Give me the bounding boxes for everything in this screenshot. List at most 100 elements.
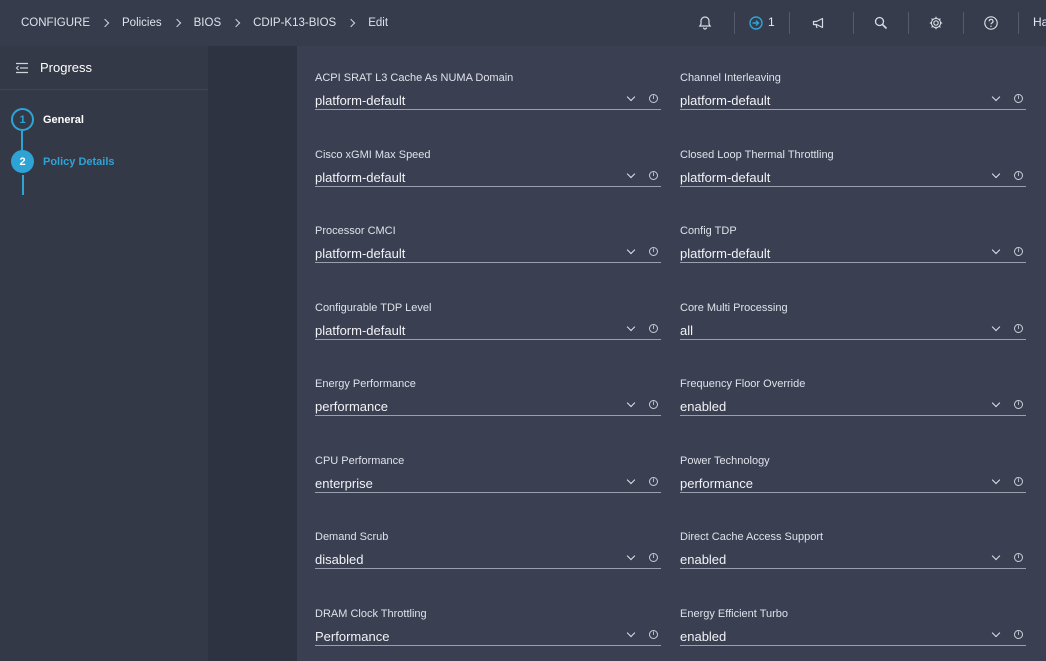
- info-icon[interactable]: i: [1014, 94, 1023, 103]
- field-configurable-tdp-level: Configurable TDP Level platform-default …: [315, 301, 661, 340]
- chevron-down-icon[interactable]: [991, 628, 1001, 638]
- policy-details-form: ACPI SRAT L3 Cache As NUMA Domain platfo…: [297, 46, 1046, 661]
- power-technology-select[interactable]: performance i: [680, 475, 1026, 493]
- chevron-right-icon: [100, 18, 110, 28]
- field-label: Config TDP: [680, 225, 737, 237]
- cpu-performance-select[interactable]: enterprise i: [315, 475, 661, 493]
- chevron-down-icon[interactable]: [991, 322, 1001, 332]
- field-cisco-xgmi-max-speed: Cisco xGMI Max Speed platform-default i: [315, 148, 661, 187]
- field-value: platform-default: [315, 169, 406, 185]
- cisco-xgmi-max-speed-select[interactable]: platform-default i: [315, 169, 661, 187]
- field-label: Configurable TDP Level: [315, 302, 432, 314]
- core-multi-processing-select[interactable]: all i: [680, 322, 1026, 340]
- chevron-down-icon[interactable]: [991, 398, 1001, 408]
- announcements-icon[interactable]: [809, 13, 829, 33]
- collapse-panel-icon[interactable]: [15, 62, 29, 74]
- search-icon[interactable]: [871, 13, 891, 33]
- chevron-down-icon[interactable]: [626, 92, 636, 102]
- field-value: platform-default: [680, 169, 771, 185]
- info-icon[interactable]: i: [1014, 324, 1023, 333]
- field-direct-cache-access-support: Direct Cache Access Support enabled i: [680, 530, 1026, 569]
- divider: [963, 12, 964, 34]
- closed-loop-thermal-throttling-select[interactable]: platform-default i: [680, 169, 1026, 187]
- breadcrumb: CONFIGURE Policies BIOS CDIP-K13-BIOS Ed…: [0, 17, 388, 29]
- config-tdp-select[interactable]: platform-default i: [680, 245, 1026, 263]
- field-value: enabled: [680, 628, 727, 644]
- energy-efficient-turbo-select[interactable]: enabled i: [680, 628, 1026, 646]
- field-value: enterprise: [315, 475, 373, 491]
- step-number: 2: [11, 150, 34, 173]
- info-icon[interactable]: i: [649, 324, 658, 333]
- field-label: Energy Performance: [315, 378, 416, 390]
- field-power-technology: Power Technology performance i: [680, 454, 1026, 493]
- gear-icon[interactable]: [926, 13, 946, 33]
- divider: [908, 12, 909, 34]
- field-value: performance: [680, 475, 753, 491]
- chevron-down-icon[interactable]: [991, 245, 1001, 255]
- channel-interleaving-select[interactable]: platform-default i: [680, 92, 1026, 110]
- field-label: Direct Cache Access Support: [680, 531, 824, 543]
- breadcrumb-configure[interactable]: CONFIGURE: [21, 17, 90, 29]
- demand-scrub-select[interactable]: disabled i: [315, 551, 661, 569]
- field-value: platform-default: [315, 92, 406, 108]
- breadcrumb-edit: Edit: [368, 17, 389, 29]
- info-icon[interactable]: i: [649, 94, 658, 103]
- direct-cache-access-support-select[interactable]: enabled i: [680, 551, 1026, 569]
- info-icon[interactable]: i: [649, 477, 658, 486]
- dram-clock-throttling-select[interactable]: Performance i: [315, 628, 661, 646]
- field-channel-interleaving: Channel Interleaving platform-default i: [680, 71, 1026, 110]
- info-icon[interactable]: i: [649, 400, 658, 409]
- info-icon[interactable]: i: [1014, 400, 1023, 409]
- breadcrumb-bios[interactable]: BIOS: [194, 17, 221, 29]
- chevron-down-icon[interactable]: [991, 169, 1001, 179]
- field-label: DRAM Clock Throttling: [315, 608, 427, 620]
- info-icon[interactable]: i: [649, 630, 658, 639]
- divider: [734, 12, 735, 34]
- frequency-floor-override-select[interactable]: enabled i: [680, 398, 1026, 416]
- user-menu[interactable]: Ha: [1033, 15, 1046, 29]
- breadcrumb-policy-name[interactable]: CDIP-K13-BIOS: [253, 17, 336, 29]
- info-icon[interactable]: i: [1014, 477, 1023, 486]
- chevron-down-icon[interactable]: [626, 245, 636, 255]
- field-processor-cmci: Processor CMCI platform-default i: [315, 224, 661, 263]
- progress-header: Progress: [0, 46, 208, 90]
- requests-count[interactable]: 1: [768, 15, 775, 29]
- info-icon[interactable]: i: [1014, 247, 1023, 256]
- chevron-down-icon[interactable]: [626, 169, 636, 179]
- field-label: Energy Efficient Turbo: [680, 608, 789, 620]
- chevron-down-icon[interactable]: [991, 475, 1001, 485]
- configurable-tdp-level-select[interactable]: platform-default i: [315, 322, 661, 340]
- chevron-down-icon[interactable]: [626, 551, 636, 561]
- acpi-srat-l3-cache-select[interactable]: platform-default i: [315, 92, 661, 110]
- chevron-down-icon[interactable]: [991, 92, 1001, 102]
- field-label: Core Multi Processing: [680, 302, 788, 314]
- field-energy-efficient-turbo: Energy Efficient Turbo enabled i: [680, 607, 1026, 646]
- chevron-down-icon[interactable]: [991, 551, 1001, 561]
- info-icon[interactable]: i: [649, 171, 658, 180]
- info-icon[interactable]: i: [1014, 553, 1023, 562]
- info-icon[interactable]: i: [649, 247, 658, 256]
- energy-performance-select[interactable]: performance i: [315, 398, 661, 416]
- info-icon[interactable]: i: [649, 553, 658, 562]
- chevron-down-icon[interactable]: [626, 398, 636, 408]
- processor-cmci-select[interactable]: platform-default i: [315, 245, 661, 263]
- field-value: platform-default: [315, 245, 406, 261]
- step-policy-details[interactable]: 2 Policy Details: [11, 150, 115, 173]
- field-value: Performance: [315, 628, 390, 644]
- chevron-down-icon[interactable]: [626, 475, 636, 485]
- info-icon[interactable]: i: [1014, 630, 1023, 639]
- info-icon[interactable]: i: [1014, 171, 1023, 180]
- field-label: Closed Loop Thermal Throttling: [680, 149, 834, 161]
- field-value: enabled: [680, 551, 727, 567]
- step-general[interactable]: 1 General: [11, 108, 84, 131]
- breadcrumb-policies[interactable]: Policies: [122, 17, 162, 29]
- chevron-down-icon[interactable]: [626, 628, 636, 638]
- field-label: CPU Performance: [315, 455, 405, 467]
- field-acpi-srat-l3-cache: ACPI SRAT L3 Cache As NUMA Domain platfo…: [315, 71, 661, 110]
- field-core-multi-processing: Core Multi Processing all i: [680, 301, 1026, 340]
- chevron-down-icon[interactable]: [626, 322, 636, 332]
- help-icon[interactable]: [981, 13, 1001, 33]
- bell-icon[interactable]: [695, 13, 715, 33]
- field-cpu-performance: CPU Performance enterprise i: [315, 454, 661, 493]
- requests-icon[interactable]: [746, 13, 766, 33]
